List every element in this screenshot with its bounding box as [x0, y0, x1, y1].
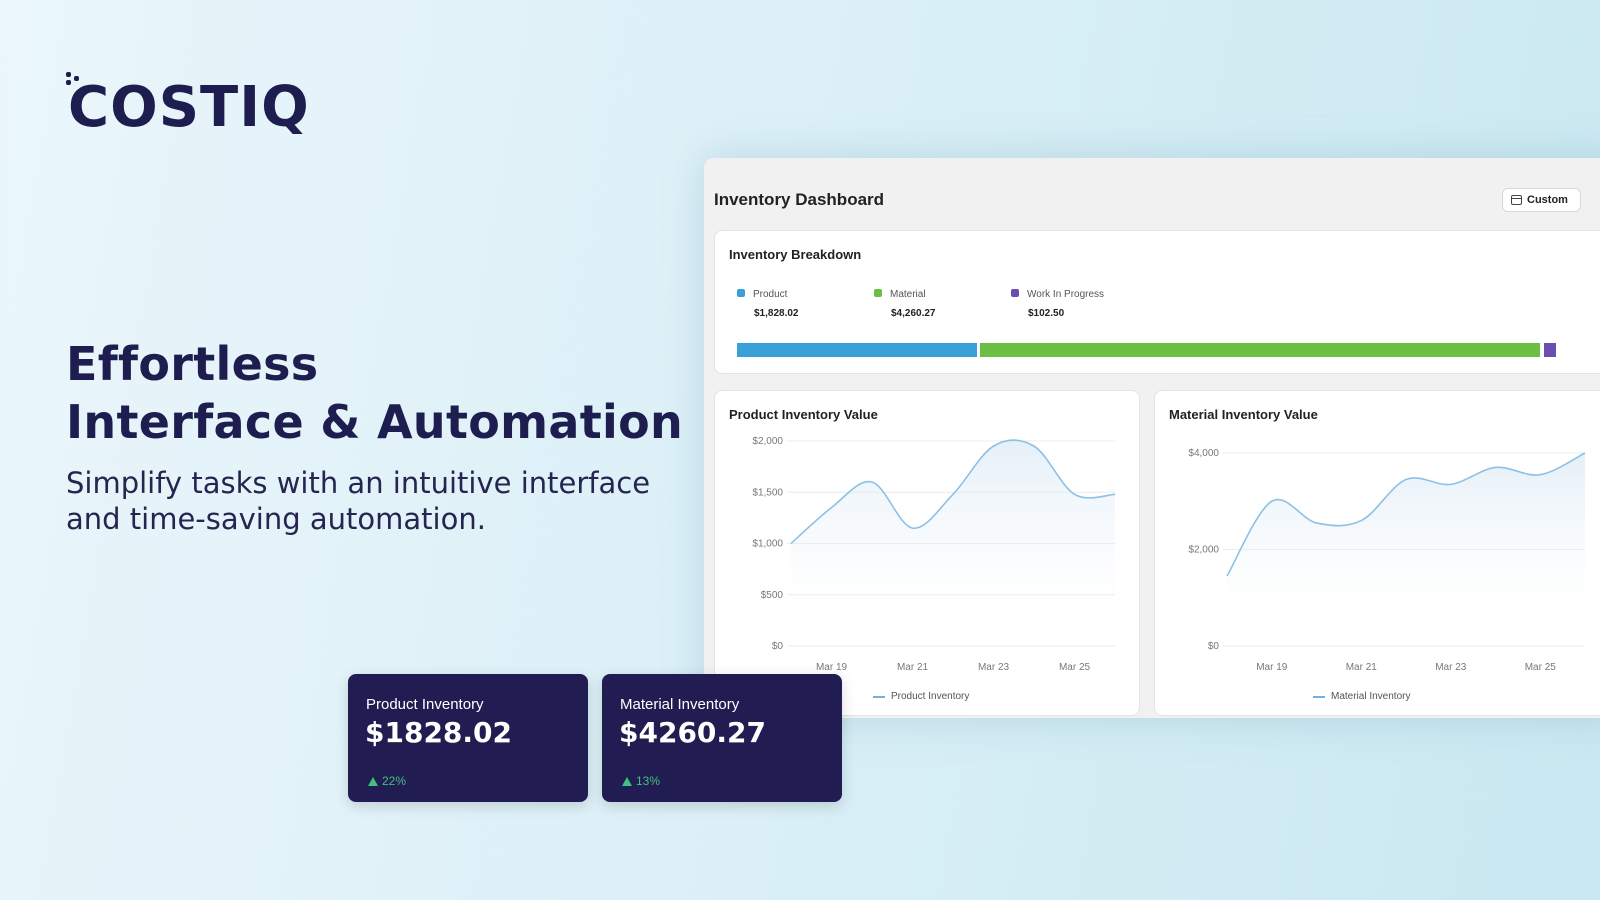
material-swatch	[874, 289, 882, 297]
chart-legend: Material Inventory	[1313, 691, 1410, 702]
x-tick-label: Mar 25	[1059, 662, 1091, 673]
inventory-breakdown-card: Inventory Breakdown Product $1,828.02 Ma…	[714, 230, 1600, 374]
series-area	[1227, 453, 1585, 646]
logo-dots-icon	[66, 72, 82, 92]
y-tick-label: $2,000	[752, 436, 783, 447]
stat-delta: 13%	[622, 774, 660, 788]
stat-value: $4260.27	[619, 716, 767, 749]
wip-value: $102.50	[1028, 308, 1065, 319]
x-tick-label: Mar 25	[1525, 662, 1557, 673]
chart-legend: Product Inventory	[873, 691, 969, 702]
product-inventory-chart-card: Product Inventory Value $0 $500 $1,000 $1,5…	[714, 390, 1140, 716]
breakdown-bar-material[interactable]	[980, 343, 1540, 357]
x-tick-label: Mar 19	[816, 662, 848, 673]
series-area	[791, 440, 1115, 646]
wip-swatch	[1011, 289, 1019, 297]
dashboard-window: Inventory Dashboard Custom Inventory Bre…	[704, 158, 1600, 718]
legend-material: Material $4,260.27	[874, 289, 936, 319]
y-tick-label: $1,000	[752, 539, 783, 550]
y-tick-label: $1,500	[752, 487, 783, 498]
calendar-icon	[1511, 195, 1522, 205]
stat-delta: 22%	[368, 774, 406, 788]
x-tick-label: Mar 23	[978, 662, 1010, 673]
x-tick-label: Mar 21	[1346, 662, 1378, 673]
trend-up-icon	[368, 776, 378, 786]
stat-value: $1828.02	[365, 716, 513, 749]
x-tick-label: Mar 23	[1435, 662, 1467, 673]
trend-up-icon	[622, 776, 632, 786]
breakdown-bar-wip[interactable]	[1544, 343, 1556, 357]
y-tick-label: $500	[761, 590, 784, 601]
product-value: $1,828.02	[754, 308, 799, 319]
stat-label: Product Inventory	[366, 696, 484, 713]
hero-title: Effortless Interface & Automation	[66, 337, 684, 449]
product-inventory-chart: $0 $500 $1,000 $1,500 $2,000 Mar 19 Mar 21 Mar …	[752, 436, 1116, 673]
stat-label: Material Inventory	[620, 696, 740, 713]
legend-wip: Work In Progress $102.50	[1011, 289, 1104, 319]
material-inventory-chart-card: Material Inventory Value $0 $2,000 $4,000 M…	[1154, 390, 1600, 716]
hero-subtitle: Simplify tasks with an intuitive interfa…	[66, 466, 651, 536]
y-tick-label: $2,000	[1188, 545, 1219, 556]
breakdown-bar-product[interactable]	[737, 343, 977, 357]
hero-section: Effortless Interface & Automation Simpli…	[66, 335, 686, 537]
product-inventory-stat-card[interactable]: Product Inventory $1828.02 22%	[348, 674, 588, 802]
material-value: $4,260.27	[891, 308, 936, 319]
custom-date-button[interactable]: Custom	[1502, 188, 1581, 212]
legend-product: Product $1,828.02	[737, 289, 799, 319]
legend-line-icon	[1313, 695, 1325, 698]
product-swatch	[737, 289, 745, 297]
material-inventory-chart: $0 $2,000 $4,000 Mar 19 Mar 21 Mar 23 Mar 25	[1188, 448, 1586, 673]
legend-line-icon	[873, 695, 885, 698]
x-tick-label: Mar 21	[897, 662, 929, 673]
x-tick-label: Mar 19	[1256, 662, 1288, 673]
y-tick-label: $4,000	[1188, 448, 1219, 459]
logo-text: COSTIQ	[68, 75, 310, 140]
material-inventory-stat-card[interactable]: Material Inventory $4260.27 13%	[602, 674, 842, 802]
y-tick-label: $0	[1208, 641, 1220, 652]
dashboard-title: Inventory Dashboard	[714, 190, 885, 209]
costiq-logo: COSTIQ	[66, 72, 310, 136]
breakdown-title: Inventory Breakdown	[729, 247, 862, 262]
y-tick-label: $0	[772, 641, 784, 652]
